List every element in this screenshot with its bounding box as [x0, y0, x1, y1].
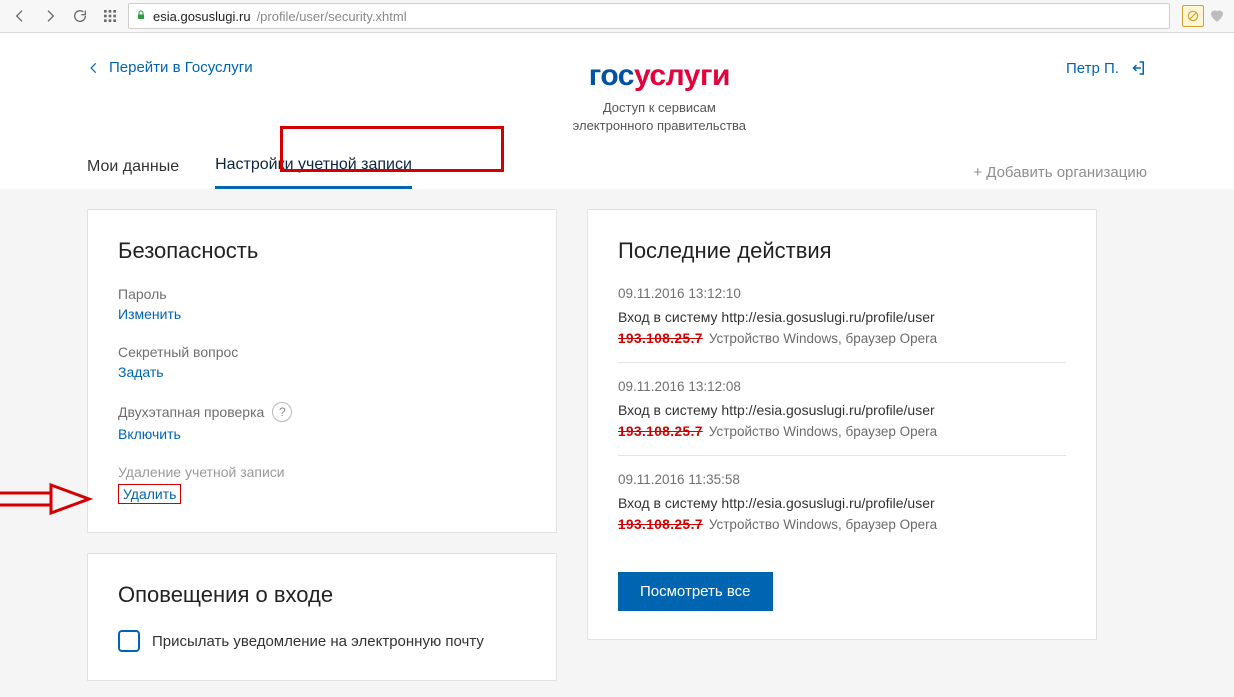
action-ip: 193.108.25.7 [618, 424, 703, 439]
chevron-left-icon [87, 61, 101, 75]
password-item: Пароль Изменить [118, 286, 526, 322]
delete-account-label: Удаление учетной записи [118, 464, 526, 480]
add-organization-link[interactable]: + Добавить организацию [973, 164, 1147, 181]
action-meta: 193.108.25.7Устройство Windows, браузер … [618, 331, 1066, 346]
view-all-actions-button[interactable]: Посмотреть все [618, 572, 773, 611]
action-time: 09.11.2016 13:12:08 [618, 379, 1066, 394]
browser-toolbar: esia.gosuslugi.ru/profile/user/security.… [0, 0, 1234, 33]
action-item: 09.11.2016 13:12:08 Вход в систему http:… [618, 379, 1066, 456]
enable-twofa-link[interactable]: Включить [118, 426, 526, 442]
annotation-highlight-delete: Удалить [118, 484, 181, 504]
url-path: /profile/user/security.xhtml [257, 9, 407, 24]
security-title: Безопасность [118, 238, 526, 264]
secret-question-label: Секретный вопрос [118, 344, 526, 360]
twofa-label: Двухэтапная проверка? [118, 402, 526, 422]
recent-actions-card: Последние действия 09.11.2016 13:12:10 В… [587, 209, 1097, 640]
delete-account-link[interactable]: Удалить [123, 486, 176, 502]
brand-subtitle: Доступ к сервисам электронного правитель… [573, 99, 746, 134]
url-host: esia.gosuslugi.ru [153, 9, 251, 24]
favorite-icon[interactable] [1208, 6, 1226, 27]
secret-question-item: Секретный вопрос Задать [118, 344, 526, 380]
password-label: Пароль [118, 286, 526, 302]
action-desc: Вход в систему http://esia.gosuslugi.ru/… [618, 495, 1066, 511]
email-notify-label: Присылать уведомление на электронную поч… [152, 633, 484, 650]
nav-reload-button[interactable] [68, 4, 92, 28]
email-notify-checkbox[interactable] [118, 630, 140, 652]
login-notifications-title: Оповещения о входе [118, 582, 526, 608]
tabs: Мои данные Настройки учетной записи + До… [87, 134, 1147, 189]
action-item: 09.11.2016 13:12:10 Вход в систему http:… [618, 286, 1066, 363]
action-time: 09.11.2016 11:35:58 [618, 472, 1066, 487]
action-meta: 193.108.25.7Устройство Windows, браузер … [618, 517, 1066, 532]
nav-forward-button[interactable] [38, 4, 62, 28]
right-column: Последние действия 09.11.2016 13:12:10 В… [587, 209, 1097, 681]
recent-actions-title: Последние действия [618, 238, 1066, 264]
page-header: Перейти в Госуслуги госуслуги Доступ к с… [0, 33, 1234, 189]
back-link-label: Перейти в Госуслуги [109, 59, 253, 76]
user-menu[interactable]: Петр П. [1066, 59, 1147, 77]
set-secret-question-link[interactable]: Задать [118, 364, 526, 380]
back-to-gosuslugi-link[interactable]: Перейти в Госуслуги [87, 59, 253, 76]
action-time: 09.11.2016 13:12:10 [618, 286, 1066, 301]
brand-logo: госуслуги [573, 59, 746, 93]
brand: госуслуги Доступ к сервисам электронного… [573, 59, 746, 134]
nav-back-button[interactable] [8, 4, 32, 28]
left-column: Безопасность Пароль Изменить Секретный в… [87, 209, 557, 681]
content: Безопасность Пароль Изменить Секретный в… [87, 209, 1147, 681]
security-card: Безопасность Пароль Изменить Секретный в… [87, 209, 557, 533]
delete-account-item: Удаление учетной записи Удалить [118, 464, 526, 504]
apps-icon[interactable] [98, 4, 122, 28]
user-name: Петр П. [1066, 60, 1119, 77]
url-bar[interactable]: esia.gosuslugi.ru/profile/user/security.… [128, 3, 1170, 29]
help-icon[interactable]: ? [272, 402, 292, 422]
lock-icon [135, 9, 147, 24]
action-desc: Вход в систему http://esia.gosuslugi.ru/… [618, 402, 1066, 418]
action-ip: 193.108.25.7 [618, 331, 703, 346]
action-meta: 193.108.25.7Устройство Windows, браузер … [618, 424, 1066, 439]
action-item: 09.11.2016 11:35:58 Вход в систему http:… [618, 472, 1066, 548]
twofa-item: Двухэтапная проверка? Включить [118, 402, 526, 442]
block-icon[interactable] [1182, 5, 1204, 27]
login-notifications-card: Оповещения о входе Присылать уведомление… [87, 553, 557, 681]
logout-icon [1129, 59, 1147, 77]
change-password-link[interactable]: Изменить [118, 306, 526, 322]
toolbar-right [1182, 5, 1226, 27]
tab-settings[interactable]: Настройки учетной записи [215, 156, 412, 189]
tab-my-data[interactable]: Мои данные [87, 158, 179, 188]
action-desc: Вход в систему http://esia.gosuslugi.ru/… [618, 309, 1066, 325]
action-ip: 193.108.25.7 [618, 517, 703, 532]
email-notify-row: Присылать уведомление на электронную поч… [118, 630, 526, 652]
annotation-arrow [0, 481, 99, 520]
